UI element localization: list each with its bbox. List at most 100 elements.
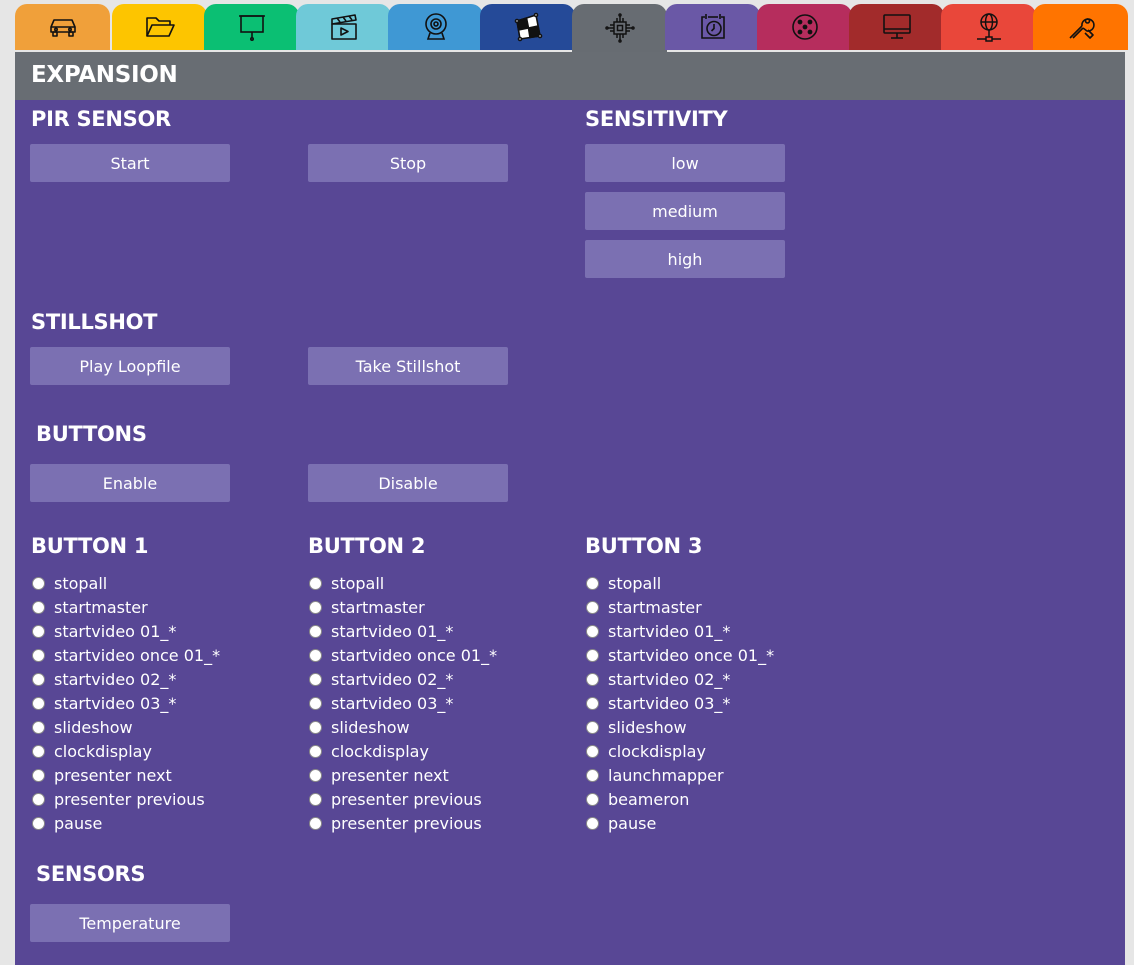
button-1-option[interactable]: slideshow	[31, 715, 291, 739]
button-1-option[interactable]: startmaster	[31, 595, 291, 619]
button-1-option[interactable]: startvideo 01_*	[31, 619, 291, 643]
tab-mapping[interactable]	[480, 4, 575, 50]
button-1-option[interactable]: startvideo once 01_*	[31, 643, 291, 667]
button-3-option[interactable]: startvideo once 01_*	[585, 643, 845, 667]
radio-button[interactable]	[586, 720, 599, 734]
radio-button[interactable]	[32, 672, 45, 686]
radio-button[interactable]	[586, 648, 599, 662]
take-stillshot-button[interactable]: Take Stillshot	[308, 347, 508, 385]
tab-presentation[interactable]	[204, 4, 299, 50]
button-2-option[interactable]: startvideo 01_*	[308, 619, 568, 643]
button-3-option[interactable]: stopall	[585, 571, 845, 595]
button-3-option[interactable]: startvideo 03_*	[585, 691, 845, 715]
play-loopfile-button[interactable]: Play Loopfile	[30, 347, 230, 385]
button-1-option[interactable]: presenter previous	[31, 787, 291, 811]
buttons-disable-button[interactable]: Disable	[308, 464, 508, 502]
radio-label: presenter previous	[331, 789, 482, 809]
radio-button[interactable]	[32, 720, 45, 734]
chip-icon	[604, 13, 635, 43]
button-1-option[interactable]: presenter next	[31, 763, 291, 787]
button-2-option[interactable]: stopall	[308, 571, 568, 595]
button-1-option[interactable]: clockdisplay	[31, 739, 291, 763]
button-2-option[interactable]: presenter next	[308, 763, 568, 787]
radio-button[interactable]	[32, 648, 45, 662]
radio-button[interactable]	[309, 648, 322, 662]
button-2-option[interactable]: slideshow	[308, 715, 568, 739]
radio-label: presenter previous	[331, 813, 482, 833]
radio-button[interactable]	[586, 672, 599, 686]
radio-button[interactable]	[309, 792, 322, 806]
button-3-option[interactable]: pause	[585, 811, 845, 835]
radio-button[interactable]	[32, 624, 45, 638]
tab-video[interactable]	[296, 4, 391, 50]
tab-car[interactable]	[15, 4, 110, 50]
radio-button[interactable]	[32, 768, 45, 782]
button-2-option[interactable]: presenter previous	[308, 787, 568, 811]
button-3-option[interactable]: startmaster	[585, 595, 845, 619]
radio-button[interactable]	[309, 744, 322, 758]
button-2-option[interactable]: startmaster	[308, 595, 568, 619]
radio-label: presenter next	[331, 765, 449, 785]
button-3-option[interactable]: startvideo 02_*	[585, 667, 845, 691]
radio-label: clockdisplay	[608, 741, 706, 761]
radio-button[interactable]	[309, 768, 322, 782]
radio-button[interactable]	[586, 816, 599, 830]
button-3-option[interactable]: startvideo 01_*	[585, 619, 845, 643]
pir-start-button[interactable]: Start	[30, 144, 230, 182]
tab-files[interactable]	[112, 4, 207, 50]
radio-button[interactable]	[586, 792, 599, 806]
button-2-option[interactable]: presenter previous	[308, 811, 568, 835]
radio-button[interactable]	[309, 624, 322, 638]
button-3-option[interactable]: clockdisplay	[585, 739, 845, 763]
radio-button[interactable]	[309, 672, 322, 686]
button-3-option[interactable]: launchmapper	[585, 763, 845, 787]
button-1-option[interactable]: stopall	[31, 571, 291, 595]
sensitivity-low-button[interactable]: low	[585, 144, 785, 182]
button-2-option[interactable]: startvideo 03_*	[308, 691, 568, 715]
button-3-options: stopall startmaster startvideo 01_* startvi…	[585, 571, 845, 835]
tab-expansion[interactable]	[572, 4, 667, 52]
button-3-option[interactable]: slideshow	[585, 715, 845, 739]
radio-button[interactable]	[32, 792, 45, 806]
button-1-option[interactable]: startvideo 03_*	[31, 691, 291, 715]
button-1-option[interactable]: pause	[31, 811, 291, 835]
webcam-icon	[424, 13, 447, 40]
radio-button[interactable]	[32, 744, 45, 758]
radio-button[interactable]	[586, 744, 599, 758]
radio-button[interactable]	[586, 600, 599, 614]
radio-button[interactable]	[32, 576, 45, 590]
radio-button[interactable]	[309, 600, 322, 614]
tab-dmx[interactable]	[757, 4, 852, 50]
button-2-option[interactable]: startvideo once 01_*	[308, 643, 568, 667]
tab-network[interactable]	[941, 4, 1036, 50]
radio-button[interactable]	[32, 696, 45, 710]
radio-button[interactable]	[309, 720, 322, 734]
radio-label: stopall	[54, 573, 108, 593]
tab-settings[interactable]	[1033, 4, 1128, 50]
monitor-icon	[882, 14, 911, 39]
radio-button[interactable]	[586, 576, 599, 590]
sensors-heading: SENSORS	[36, 862, 146, 886]
pir-stop-button[interactable]: Stop	[308, 144, 508, 182]
temperature-button[interactable]: Temperature	[30, 904, 230, 942]
radio-button[interactable]	[586, 624, 599, 638]
button-1-option[interactable]: startvideo 02_*	[31, 667, 291, 691]
radio-label: startvideo once 01_*	[54, 645, 221, 665]
radio-button[interactable]	[32, 600, 45, 614]
radio-button[interactable]	[309, 696, 322, 710]
button-3-option[interactable]: beameron	[585, 787, 845, 811]
tools-icon	[1068, 18, 1095, 39]
tab-scheduler[interactable]	[665, 4, 760, 50]
tab-camera[interactable]	[388, 4, 483, 50]
sensitivity-medium-button[interactable]: medium	[585, 192, 785, 230]
radio-button[interactable]	[586, 696, 599, 710]
tab-display[interactable]	[849, 4, 944, 50]
buttons-enable-button[interactable]: Enable	[30, 464, 230, 502]
button-2-option[interactable]: startvideo 02_*	[308, 667, 568, 691]
radio-button[interactable]	[586, 768, 599, 782]
button-2-option[interactable]: clockdisplay	[308, 739, 568, 763]
radio-button[interactable]	[32, 816, 45, 830]
sensitivity-high-button[interactable]: high	[585, 240, 785, 278]
radio-button[interactable]	[309, 816, 322, 830]
radio-button[interactable]	[309, 576, 322, 590]
